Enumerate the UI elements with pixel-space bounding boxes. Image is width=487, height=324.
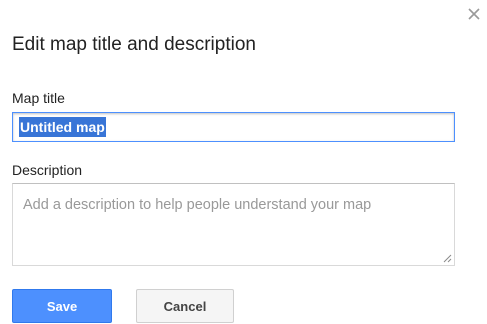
close-icon[interactable] xyxy=(466,6,482,22)
map-title-input[interactable]: Untitled map xyxy=(12,112,455,142)
resize-grip-icon[interactable] xyxy=(443,254,452,263)
description-placeholder: Add a description to help people underst… xyxy=(23,197,372,213)
map-title-value: Untitled map xyxy=(19,117,106,137)
dialog-title: Edit map title and description xyxy=(12,34,256,55)
description-label: Description xyxy=(12,162,83,178)
description-textarea[interactable]: Add a description to help people underst… xyxy=(12,183,455,266)
edit-map-dialog: Edit map title and description Map title… xyxy=(0,0,487,324)
save-button[interactable]: Save xyxy=(12,289,112,323)
map-title-label: Map title xyxy=(12,90,65,106)
cancel-button[interactable]: Cancel xyxy=(136,289,234,323)
